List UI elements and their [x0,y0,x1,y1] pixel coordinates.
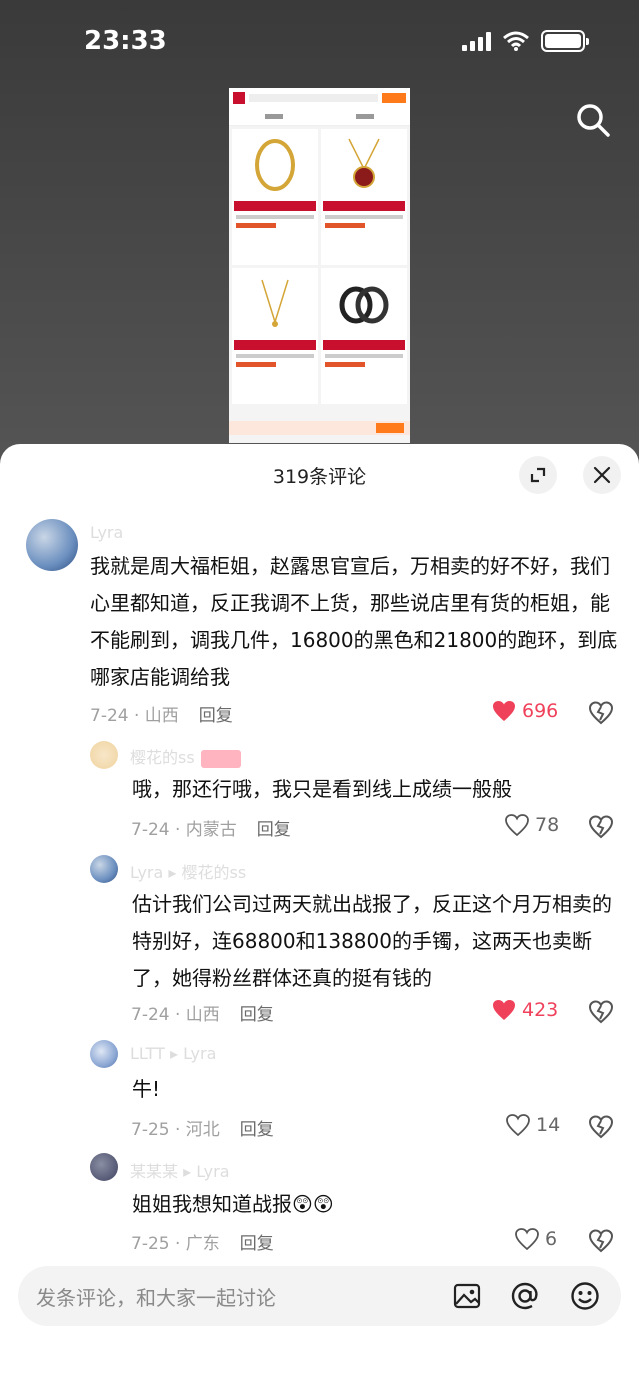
avatar[interactable] [90,1040,118,1068]
comment-meta: 7-24 · 山西 回复 [90,701,233,726]
dislike-icon[interactable] [588,813,614,839]
close-icon [593,466,611,484]
reply-button[interactable]: 回复 [240,1234,274,1254]
video-thumbnail[interactable] [229,88,410,443]
comment-text: 我就是周大福柜姐，赵露思官宣后，万相卖的好不好，我们心里都知道，反正我调不上货，… [90,554,618,689]
search-icon[interactable] [573,100,613,140]
comment-meta: 7-25 · 广东 回复 [131,1229,274,1254]
avatar[interactable] [90,1153,118,1181]
like-button[interactable]: 423 [492,999,558,1021]
comment-meta: 7-24 · 内蒙古 回复 [131,815,291,840]
comment-username[interactable]: 樱花的ss [130,744,241,768]
dislike-icon[interactable] [588,998,614,1024]
like-count: 423 [522,999,559,1021]
status-icons [462,30,589,52]
user-badge [200,749,241,768]
comment-date-location: 7-25 · 河北 [131,1120,220,1140]
product-card [321,268,407,404]
comment-date-location: 7-24 · 山西 [131,1005,220,1025]
like-count: 6 [545,1228,558,1250]
like-count: 696 [522,700,559,722]
battery-icon [541,30,589,52]
avatar[interactable] [90,741,118,769]
comment-text: 姐姐我想知道战报😲😲 [132,1192,334,1216]
dislike-icon[interactable] [588,1227,614,1253]
reply-button[interactable]: 回复 [257,820,291,840]
expand-icon [530,467,546,483]
comment-meta: 7-25 · 河北 回复 [131,1115,274,1140]
bottom-safe-area [0,1340,639,1387]
dislike-icon[interactable] [588,699,614,725]
image-icon[interactable] [452,1281,482,1311]
comment-text: 哦，那还行哦，我只是看到线上成绩一般般 [132,777,512,801]
comment-input-placeholder: 发条评论，和大家一起讨论 [36,1286,276,1310]
mention-icon[interactable] [510,1281,540,1311]
product-card [232,129,318,265]
signal-icon [462,31,491,51]
wifi-icon [503,31,529,51]
comment-meta: 7-24 · 山西 回复 [131,1000,274,1025]
comment-date-location: 7-24 · 山西 [90,706,179,726]
heart-filled-icon [493,1000,515,1020]
close-button[interactable] [583,456,621,494]
heart-icon [505,814,529,836]
comment-text: 估计我们公司过两天就出战报了，反正这个月万相卖的特别好，连68800和13880… [132,892,612,990]
avatar[interactable] [90,855,118,883]
heart-icon [506,1114,530,1136]
comment-username[interactable]: LLTT ▸ Lyra [130,1044,216,1063]
emoji-icon[interactable] [570,1281,600,1311]
reply-button[interactable]: 回复 [240,1005,274,1025]
comment-username[interactable]: Lyra ▸ 樱花的ss [130,859,246,883]
product-card [321,129,407,265]
comment-date-location: 7-24 · 内蒙古 [131,820,237,840]
comment-date-location: 7-25 · 广东 [131,1234,220,1254]
product-card [232,268,318,404]
heart-filled-icon [493,701,515,721]
like-button[interactable]: 696 [492,700,558,722]
like-count: 14 [536,1114,561,1136]
like-count: 78 [535,814,560,836]
video-background: 23:33 [0,0,639,470]
avatar[interactable] [26,519,78,571]
comment-username[interactable]: Lyra [90,523,123,542]
like-button[interactable]: 14 [506,1114,560,1136]
reply-button[interactable]: 回复 [199,706,233,726]
comment-text: 牛! [132,1077,161,1101]
dislike-icon[interactable] [588,1113,614,1139]
like-button[interactable]: 6 [515,1228,557,1250]
like-button[interactable]: 78 [505,814,559,836]
comment-input-bar[interactable]: 发条评论，和大家一起讨论 [18,1266,621,1326]
expand-button[interactable] [519,456,557,494]
comment-username[interactable]: 某某某 ▸ Lyra [130,1158,230,1182]
reply-button[interactable]: 回复 [240,1120,274,1140]
heart-icon [515,1228,539,1250]
status-time: 23:33 [84,26,167,56]
